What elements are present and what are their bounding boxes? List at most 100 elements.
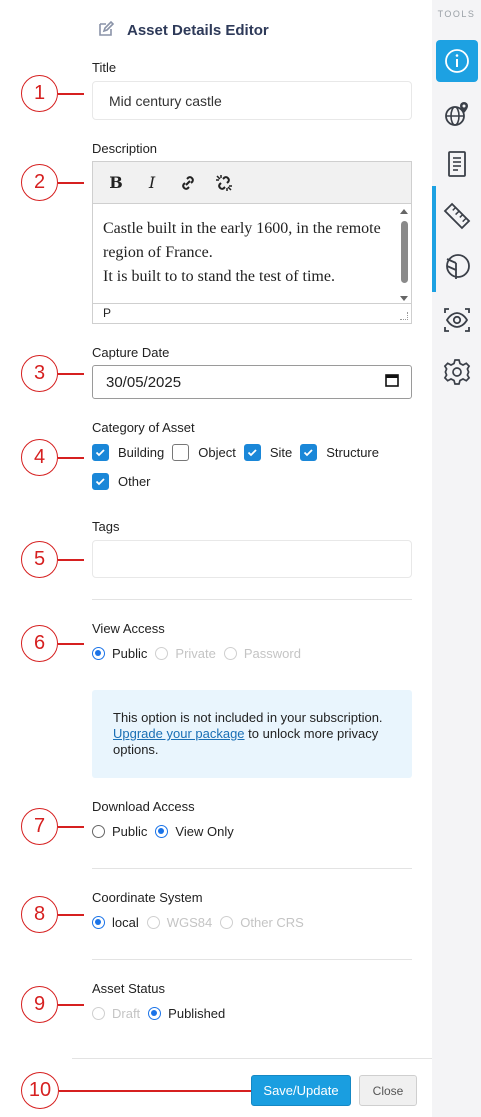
category-label: Category of Asset [92,420,195,435]
asset-status-draft: Draft [92,1006,140,1021]
download-access-view-only[interactable]: View Only [155,824,234,839]
scroll-thumb[interactable] [401,221,408,283]
category-site[interactable]: Site [243,444,292,461]
view-access-options: Public Private Password [92,646,309,661]
radio-disabled-icon [146,916,160,929]
download-access-public[interactable]: Public [92,824,147,839]
document-icon [448,151,466,177]
upgrade-package-link[interactable]: Upgrade your package [113,726,245,741]
calendar-icon[interactable] [385,373,399,391]
scroll-down-arrow[interactable] [400,296,408,301]
category-other[interactable]: Other [92,473,151,490]
category-object[interactable]: Object [172,444,236,461]
coordinate-other-crs: Other CRS [220,915,304,930]
callout-line [59,1090,251,1092]
checkbox-checked-icon[interactable] [92,444,109,461]
radio-selected-icon[interactable] [92,647,105,660]
divider [92,599,412,600]
capture-date-label: Capture Date [92,345,170,360]
tool-document[interactable] [436,143,478,185]
tool-measure[interactable] [436,195,478,237]
title-input[interactable]: Mid century castle [92,81,412,120]
callout-line [58,1004,84,1006]
unlink-button[interactable] [213,172,235,194]
radio-selected-icon[interactable] [92,916,105,929]
scroll-up-arrow[interactable] [400,209,408,214]
view-access-password: Password [223,646,301,661]
tool-settings[interactable] [436,351,478,393]
save-update-button[interactable]: Save/Update [251,1075,351,1106]
element-path: P [103,306,112,320]
download-access-label: Download Access [92,799,195,814]
italic-button[interactable]: I [141,172,163,194]
editor-header: Asset Details Editor [97,20,269,41]
tool-info[interactable] [436,40,478,82]
category-options-row2: Other [92,473,159,490]
description-label: Description [92,141,158,156]
content-line: Castle built in the early 1600, in the r… [103,220,381,237]
resize-handle[interactable] [400,312,408,320]
checkbox-checked-icon[interactable] [300,444,318,461]
asset-status-published[interactable]: Published [148,1006,225,1021]
tool-geolocation[interactable] [436,93,478,135]
view-access-public[interactable]: Public [92,646,147,661]
asset-status-options: Draft Published [92,1006,233,1021]
callout-6: 6 [21,625,58,662]
callout-line [58,826,84,828]
callout-line [58,182,84,184]
callout-line [58,457,84,459]
tool-area[interactable] [436,245,478,287]
footer-divider [72,1058,432,1059]
callout-9: 9 [21,986,58,1023]
checkbox-empty-icon[interactable] [172,444,190,461]
callout-10: 10 [21,1072,59,1109]
area-measure-icon [446,254,470,279]
tags-label: Tags [92,519,120,534]
tool-view[interactable] [436,299,478,341]
tags-input[interactable] [92,540,412,578]
close-button[interactable]: Close [359,1075,417,1106]
link-button[interactable] [177,172,199,194]
content-line: It is built to to stand the test of time… [103,268,335,285]
description-editor[interactable]: B I Castle built in the early 1600, in t… [92,161,412,324]
title-label: Title [92,60,117,75]
callout-line [58,93,84,95]
subscription-notice: This option is not included in your subs… [92,690,412,778]
radio-selected-icon[interactable] [148,1007,162,1020]
checkbox-checked-icon[interactable] [243,444,261,461]
editor-scrollbar[interactable] [399,209,409,301]
globe-pin-icon [445,102,468,126]
capture-date-input[interactable]: 30/05/2025 [92,365,412,399]
view-access-label: View Access [92,621,165,636]
coordinate-local[interactable]: local [92,915,139,930]
category-structure[interactable]: Structure [300,444,379,461]
view-access-private: Private [155,646,216,661]
radio-label: Draft [112,1006,141,1021]
coordinate-system-options: local WGS84 Other CRS [92,915,312,930]
radio-selected-icon[interactable] [155,825,169,838]
callout-4: 4 [21,439,58,476]
ruler-icon [443,202,471,230]
callout-3: 3 [21,355,58,392]
category-options: Building Object Site Structure [92,444,387,461]
info-icon [445,49,469,73]
unlink-icon [216,174,232,191]
editor-content[interactable]: Castle built in the early 1600, in the r… [93,205,411,303]
editor-toolbar: B I [93,162,411,204]
radio-unselected-icon[interactable] [92,825,105,838]
checkbox-checked-icon[interactable] [92,473,109,490]
callout-line [58,559,84,561]
callout-line [58,373,84,375]
category-option-label: Structure [326,445,379,460]
bold-button[interactable]: B [105,172,127,194]
callout-line [58,643,84,645]
asset-status-label: Asset Status [92,981,165,996]
category-building[interactable]: Building [92,444,164,461]
settings-icon [443,359,471,385]
category-option-label: Building [118,445,165,460]
radio-disabled-icon [220,916,234,929]
date-value: 30/05/2025 [106,373,182,391]
link-icon [182,175,194,190]
callout-7: 7 [21,808,58,845]
content-line: region of France. [103,244,213,261]
